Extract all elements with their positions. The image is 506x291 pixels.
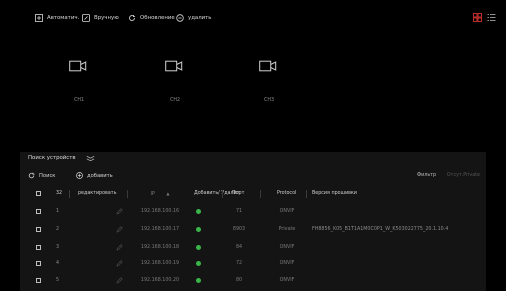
add-label: добавить — [87, 172, 113, 179]
table-row[interactable]: 1 192.168.100.16 71 ONVIF — [20, 204, 486, 220]
row-port: 80 — [235, 278, 243, 283]
row-ip: 192.168.100.16 — [140, 209, 180, 214]
row-ip: 192.168.100.18 — [140, 245, 180, 250]
table-row[interactable]: 5 192.168.100.20 80 ONVIF — [20, 273, 486, 289]
camera-icon — [69, 60, 87, 72]
list-view-icon[interactable] — [487, 13, 496, 22]
channel-tile[interactable]: CH1 — [34, 54, 124, 124]
status-dot[interactable] — [196, 261, 201, 266]
collapse-icon[interactable] — [86, 155, 95, 161]
firmware-header: Версия прошивки — [312, 191, 357, 196]
status-dot[interactable] — [196, 245, 201, 250]
auto-add-label: Автоматич. — [47, 15, 80, 21]
refresh-label: Обновление — [140, 15, 175, 21]
auto-add-button[interactable]: Автоматич. — [35, 11, 79, 25]
edit-header: редактировать — [78, 191, 117, 196]
row-protocol: Private — [278, 227, 296, 232]
sort-up-icon: ▲ — [166, 191, 170, 196]
edit-icon[interactable] — [116, 244, 123, 251]
manual-add-label: Вручную — [94, 15, 119, 21]
ip-header-label: IP — [150, 192, 155, 197]
row-index: 3 — [56, 245, 60, 250]
row-index: 4 — [56, 261, 60, 266]
count-header: 32 — [56, 191, 63, 196]
row-index: 2 — [56, 227, 60, 232]
row-ip: 192.168.100.19 — [140, 261, 180, 266]
row-ip: 192.168.100.20 — [140, 278, 180, 283]
row-protocol: ONVIF — [279, 245, 295, 250]
column-separator — [260, 190, 261, 198]
select-all-checkbox[interactable] — [36, 191, 41, 196]
row-ip: 192.168.100.17 — [140, 227, 180, 232]
plus-circle-icon — [76, 172, 83, 179]
toolbar: Автоматич. Вручную Обновление удалить — [20, 8, 498, 28]
row-protocol: ONVIF — [279, 209, 295, 214]
row-port: 71 — [235, 209, 243, 214]
row-checkbox[interactable] — [36, 227, 41, 232]
column-separator — [127, 190, 128, 198]
row-index: 5 — [56, 278, 60, 283]
manual-add-icon — [82, 14, 90, 22]
protocol-select[interactable]: Отсут.Private — [447, 173, 480, 178]
row-checkbox[interactable] — [36, 209, 41, 214]
table-row[interactable]: 2 192.168.100.17 8903 Private FH8856_K05… — [20, 222, 486, 238]
status-dot[interactable] — [196, 209, 201, 214]
channel-tile[interactable]: CH2 — [130, 54, 220, 124]
refresh-icon — [129, 15, 136, 21]
channel-preview-area: CH1 CH2 CH3 — [20, 30, 486, 148]
channel-label: CH2 — [169, 98, 180, 103]
app-window: Автоматич. Вручную Обновление удалить CH… — [0, 0, 506, 291]
row-port: 84 — [235, 245, 243, 250]
search-button[interactable]: Поиск — [28, 172, 55, 179]
delete-button[interactable]: удалить — [176, 11, 212, 25]
edit-icon[interactable] — [116, 226, 123, 233]
status-dot[interactable] — [196, 227, 201, 232]
status-dot[interactable] — [196, 278, 201, 283]
search-label: Поиск — [39, 172, 56, 179]
row-checkbox[interactable] — [36, 245, 41, 250]
table-header: 32 редактировать IP ▲ Добавить/ Удалит П… — [20, 188, 486, 200]
channel-label: CH3 — [263, 98, 274, 103]
row-port: 72 — [235, 261, 243, 266]
panel-actions: Поиск добавить Фильтр Отсут.Private — [20, 170, 486, 184]
delete-label: удалить — [188, 15, 212, 21]
column-separator — [222, 190, 223, 198]
protocol-header: Protocol — [277, 191, 297, 196]
table-row[interactable]: 4 192.168.100.19 72 ONVIF — [20, 256, 486, 272]
manual-add-button[interactable]: Вручную — [82, 11, 119, 25]
row-protocol: ONVIF — [279, 261, 295, 266]
port-header: Порт — [232, 191, 245, 196]
row-checkbox[interactable] — [36, 278, 41, 283]
delete-icon — [176, 14, 184, 22]
table-row[interactable]: 3 192.168.100.18 84 ONVIF — [20, 240, 486, 256]
grid-view-icon[interactable] — [473, 13, 482, 22]
row-checkbox[interactable] — [36, 261, 41, 266]
ip-header[interactable]: IP ▲ — [130, 191, 190, 197]
filter-button[interactable]: Фильтр — [417, 173, 436, 178]
add-device-button[interactable]: добавить — [76, 172, 113, 179]
row-port: 8903 — [232, 227, 246, 232]
column-separator — [306, 190, 307, 198]
channel-tile[interactable]: CH3 — [224, 54, 314, 124]
refresh-button[interactable]: Обновление — [128, 11, 175, 25]
auto-add-icon — [35, 14, 43, 22]
row-protocol: ONVIF — [279, 278, 295, 283]
camera-icon — [165, 60, 183, 72]
edit-icon[interactable] — [116, 260, 123, 267]
row-index: 1 — [56, 209, 60, 214]
panel-title: Поиск устройств — [28, 155, 76, 161]
panel-header: Поиск устройств — [20, 152, 486, 166]
column-separator — [69, 190, 70, 198]
device-search-panel: Поиск устройств Поиск добавить Фильтр От… — [20, 152, 486, 291]
camera-icon — [259, 60, 277, 72]
refresh-icon — [28, 172, 35, 179]
row-firmware: FH8856_K05_B1T1A1M0C0P1_W_K503022775_20.… — [312, 227, 449, 232]
edit-icon[interactable] — [116, 208, 123, 215]
channel-label: CH1 — [73, 98, 84, 103]
edit-icon[interactable] — [116, 277, 123, 284]
